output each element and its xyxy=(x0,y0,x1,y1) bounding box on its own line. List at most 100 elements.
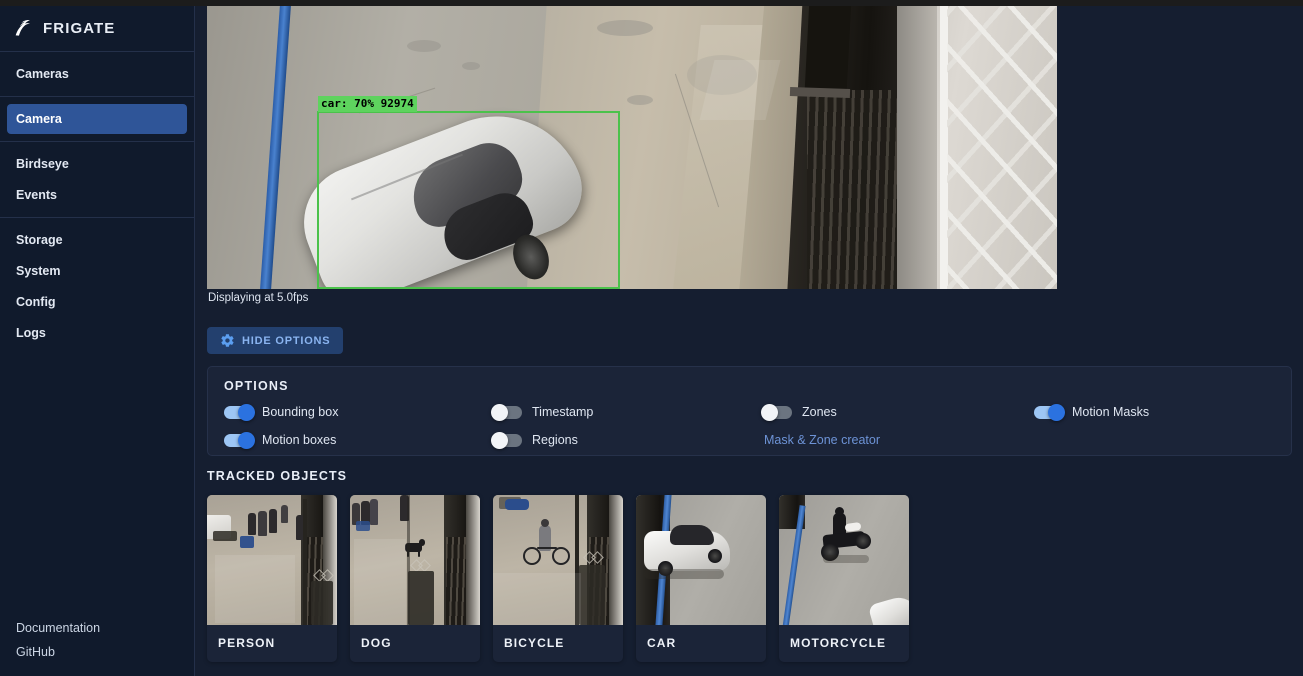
regions-toggle[interactable] xyxy=(491,431,522,449)
motion-boxes-toggle[interactable] xyxy=(224,431,255,449)
tracked-object-card-bicycle[interactable]: BICYCLE xyxy=(493,495,623,662)
scene-patch xyxy=(407,40,441,52)
gear-icon xyxy=(221,334,234,347)
thumb-shadow xyxy=(823,555,869,563)
sidebar-footer: Documentation GitHub xyxy=(0,610,194,676)
tracked-object-thumbnail xyxy=(493,495,623,625)
thumb-sunlight xyxy=(636,581,766,625)
thumb-dog-leg xyxy=(418,550,420,557)
bounding-box-toggle[interactable] xyxy=(224,403,255,421)
thumb-cyclist-head xyxy=(541,519,549,527)
sidebar-item-storage[interactable]: Storage xyxy=(7,225,187,255)
thumb-sunlight xyxy=(354,539,406,625)
motion-boxes-label: Motion boxes xyxy=(262,433,337,447)
footer-link-documentation[interactable]: Documentation xyxy=(0,616,194,640)
nav-group-cameras: Cameras xyxy=(0,52,194,97)
options-grid: Bounding box Timestamp Zones Motion Mask… xyxy=(224,403,1275,449)
thumb-bike-wheel xyxy=(523,547,541,565)
toggle-row-zones[interactable]: Zones xyxy=(761,403,1034,421)
scene-patch xyxy=(627,95,653,105)
toggle-knob xyxy=(238,431,255,449)
thumb-car-roof xyxy=(670,525,714,545)
toggle-row-timestamp[interactable]: Timestamp xyxy=(491,403,764,421)
thumb-shadow xyxy=(408,571,434,625)
thumb-person xyxy=(281,505,288,523)
thumb-parked-bike xyxy=(505,499,529,510)
camera-live-feed[interactable]: car: 70% 92974 xyxy=(207,6,1057,289)
thumb-bike-wheel xyxy=(552,547,570,565)
motion-masks-label: Motion Masks xyxy=(1072,405,1150,419)
sidebar-item-camera[interactable]: Camera xyxy=(7,104,187,134)
brand-header: FRIGATE xyxy=(0,6,194,52)
thumb-gate-post xyxy=(303,499,307,625)
thumb-bag xyxy=(240,536,254,548)
tracked-object-card-motorcycle[interactable]: MOTORCYCLE xyxy=(779,495,909,662)
thumb-sunlight xyxy=(215,555,295,623)
tracked-object-label: BICYCLE xyxy=(504,636,565,650)
toggle-row-bounding-box[interactable]: Bounding box xyxy=(224,403,494,421)
main-content: car: 70% 92974 Displaying at 5.0fps HIDE… xyxy=(195,6,1303,676)
sidebar-item-config[interactable]: Config xyxy=(7,287,187,317)
nav-group-views: Birdseye Events xyxy=(0,142,194,218)
tracked-object-thumbnail xyxy=(779,495,909,625)
bounding-box-label: Bounding box xyxy=(262,405,339,419)
zones-label: Zones xyxy=(802,405,837,419)
thumb-dog-head xyxy=(419,539,425,546)
regions-label: Regions xyxy=(532,433,578,447)
scene-patch xyxy=(462,62,480,70)
frigate-app-window: FRIGATE Cameras Camera Birdseye Events S… xyxy=(0,0,1303,676)
nav-group-camera: Camera xyxy=(0,97,194,142)
hide-options-label: HIDE OPTIONS xyxy=(242,334,331,347)
thumb-bag xyxy=(356,521,370,531)
toggle-row-regions[interactable]: Regions xyxy=(491,431,764,449)
thumb-person xyxy=(248,513,256,535)
toggle-row-motion-boxes[interactable]: Motion boxes xyxy=(224,431,494,449)
frigate-bird-logo-icon xyxy=(15,19,30,36)
motion-masks-toggle[interactable] xyxy=(1034,403,1065,421)
tracked-object-thumbnail xyxy=(350,495,480,625)
detection-label: car: 70% 92974 xyxy=(318,96,417,112)
tracked-object-card-car[interactable]: CAR xyxy=(636,495,766,662)
thumb-shadow xyxy=(579,565,605,625)
toggle-knob xyxy=(491,431,508,449)
thumb-wall xyxy=(466,495,480,625)
sidebar-item-system[interactable]: System xyxy=(7,256,187,286)
timestamp-toggle[interactable] xyxy=(491,403,522,421)
thumb-shadow xyxy=(213,531,237,541)
hide-options-button[interactable]: HIDE OPTIONS xyxy=(207,327,344,354)
tracked-object-label: PERSON xyxy=(218,636,276,650)
timestamp-label: Timestamp xyxy=(532,405,594,419)
thumb-shadow xyxy=(644,569,724,579)
fps-status-text: Displaying at 5.0fps xyxy=(208,292,309,304)
toggle-knob xyxy=(761,403,778,421)
scene-patch xyxy=(597,20,653,36)
sidebar-item-cameras[interactable]: Cameras xyxy=(7,59,187,89)
toggle-knob xyxy=(491,403,508,421)
tracked-object-card-dog[interactable]: DOG xyxy=(350,495,480,662)
thumb-person xyxy=(370,499,378,525)
toggle-row-motion-masks[interactable]: Motion Masks xyxy=(1034,403,1275,421)
options-grid-filler xyxy=(1034,433,1275,447)
zones-toggle[interactable] xyxy=(761,403,792,421)
thumb-person xyxy=(258,511,267,536)
tracked-object-card-person[interactable]: PERSON xyxy=(207,495,337,662)
camera-viewer-wrapper: car: 70% 92974 Displaying at 5.0fps xyxy=(207,6,1057,304)
options-panel: OPTIONS Bounding box Timestamp Zones Mot… xyxy=(207,366,1292,456)
tracked-object-thumbnail xyxy=(207,495,337,625)
sidebar-item-birdseye[interactable]: Birdseye xyxy=(7,149,187,179)
tracked-object-label: CAR xyxy=(647,636,677,650)
sidebar-item-logs[interactable]: Logs xyxy=(7,318,187,348)
tracked-objects-title: TRACKED OBJECTS xyxy=(207,469,348,483)
tracked-objects-list: PERSON DOG BICYCLE CAR MOTORCYCLE xyxy=(207,495,909,662)
thumb-sunlight xyxy=(493,573,581,625)
sidebar: FRIGATE Cameras Camera Birdseye Events S… xyxy=(0,6,195,676)
thumb-wall xyxy=(609,495,623,625)
mask-zone-creator-link[interactable]: Mask & Zone creator xyxy=(764,433,1034,447)
thumb-bike-frame xyxy=(537,547,557,549)
footer-link-github[interactable]: GitHub xyxy=(0,640,194,664)
brand-name: FRIGATE xyxy=(43,20,116,37)
scene-doorway xyxy=(804,6,852,92)
thumb-car-wheel xyxy=(708,549,722,563)
sidebar-item-events[interactable]: Events xyxy=(7,180,187,210)
